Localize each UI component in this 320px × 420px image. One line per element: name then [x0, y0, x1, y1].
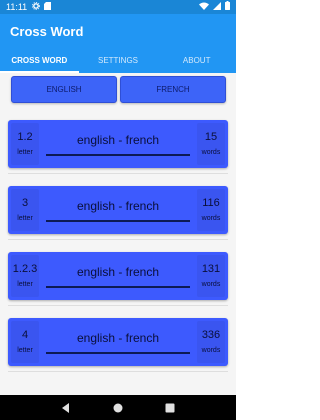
- words-unit: words: [201, 148, 221, 156]
- letter-unit: letter: [17, 214, 33, 222]
- card-underline: [46, 286, 190, 288]
- word-count: 336: [201, 328, 221, 341]
- card-label: english - french: [76, 199, 160, 213]
- card-underline: [46, 352, 190, 354]
- card-label: english - french: [76, 265, 160, 279]
- word-count: 131: [201, 262, 221, 275]
- card-divider: [8, 239, 228, 240]
- word-count-badge: 131 words: [197, 255, 225, 297]
- letter-count: 1.2.3: [12, 262, 38, 275]
- wifi-icon: [199, 2, 209, 13]
- letter-count: 3: [21, 196, 29, 209]
- english-button[interactable]: ENGLISH: [11, 76, 117, 103]
- french-button[interactable]: FRENCH: [120, 76, 226, 103]
- cross-word-content: ENGLISH FRENCH 1.2 letter english - fren…: [0, 73, 236, 395]
- letter-count: 1.2: [17, 130, 33, 143]
- letter-count-badge: 4 letter: [11, 321, 39, 363]
- letter-count: 4: [21, 328, 29, 341]
- tab-settings[interactable]: SETTINGS: [79, 48, 158, 73]
- letter-count-badge: 1.2 letter: [11, 123, 39, 165]
- home-icon[interactable]: [113, 398, 123, 417]
- card-underline: [46, 154, 190, 156]
- letter-unit: letter: [17, 148, 33, 156]
- app-title: Cross Word: [10, 23, 84, 39]
- system-nav-bar: [0, 395, 236, 420]
- status-time: 11:11: [6, 2, 28, 12]
- sd-card-icon: [44, 1, 52, 13]
- words-unit: words: [201, 346, 221, 354]
- battery-icon: [225, 1, 230, 13]
- word-count: 116: [202, 196, 220, 209]
- word-list-card[interactable]: 4 letter english - french 336 words: [8, 318, 228, 372]
- word-count-badge: 116 words: [197, 189, 225, 231]
- gear-icon: [32, 1, 41, 13]
- letter-unit: letter: [17, 280, 33, 288]
- words-unit: words: [201, 214, 221, 222]
- word-count-badge: 15 words: [197, 123, 225, 165]
- tab-bar: CROSS WORD SETTINGS ABOUT: [0, 48, 236, 73]
- recents-icon[interactable]: [165, 398, 175, 417]
- letter-unit: letter: [17, 346, 33, 354]
- card-label: english - french: [76, 133, 160, 147]
- word-list-card[interactable]: 1.2.3 letter english - french 131 words: [8, 252, 228, 306]
- word-list-card[interactable]: 1.2 letter english - french 15 words: [8, 120, 228, 174]
- word-count-badge: 336 words: [197, 321, 225, 363]
- word-count: 15: [204, 130, 218, 143]
- word-list-card[interactable]: 3 letter english - french 116 words: [8, 186, 228, 240]
- card-label: english - french: [76, 331, 160, 345]
- card-divider: [8, 173, 228, 174]
- words-unit: words: [201, 280, 221, 288]
- status-bar: 11:11: [0, 0, 236, 14]
- tab-about[interactable]: ABOUT: [157, 48, 236, 73]
- letter-count-badge: 3 letter: [11, 189, 39, 231]
- app-bar: Cross Word: [0, 14, 236, 48]
- signal-icon: [213, 1, 221, 13]
- letter-count-badge: 1.2.3 letter: [11, 255, 39, 297]
- tab-cross-word[interactable]: CROSS WORD: [0, 48, 79, 73]
- card-divider: [8, 305, 228, 306]
- back-icon[interactable]: [61, 398, 71, 417]
- card-underline: [46, 220, 190, 222]
- card-divider: [8, 371, 228, 372]
